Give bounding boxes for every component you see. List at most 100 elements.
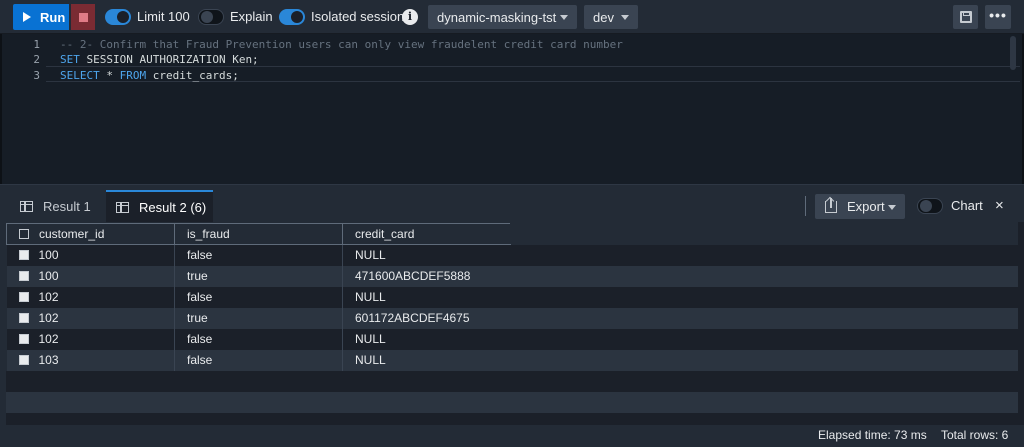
schema-select[interactable]: dev — [584, 5, 638, 29]
grid-filler — [510, 350, 1018, 371]
chevron-down-icon — [621, 15, 629, 20]
database-select-value: dynamic-masking-tst — [437, 9, 557, 25]
row-checkbox[interactable] — [18, 355, 29, 365]
cell-customer-id: 102 — [6, 307, 175, 329]
table-row[interactable]: 102 false NULL — [6, 286, 511, 308]
column-header[interactable]: customer_id — [6, 223, 175, 245]
cell-customer-id: 103 — [6, 349, 175, 371]
table-row[interactable]: 100 true 471600ABCDEF5888 — [6, 265, 511, 287]
table-icon — [20, 200, 33, 212]
chevron-down-icon — [888, 205, 896, 210]
result-table: customer_id is_fraud credit_card 100 fal… — [6, 223, 511, 371]
sql-keyword: SELECT — [60, 69, 100, 82]
chart-toggle[interactable] — [917, 198, 943, 214]
table-row[interactable]: 100 false NULL — [6, 244, 511, 266]
export-icon — [825, 197, 837, 213]
cell-customer-id: 102 — [6, 286, 175, 308]
chart-label: Chart — [951, 198, 983, 213]
cell-customer-id: 102 — [6, 328, 175, 350]
explain-toggle[interactable] — [198, 9, 224, 25]
cell-credit-card: NULL — [342, 244, 511, 266]
table-row[interactable]: 102 false NULL — [6, 328, 511, 350]
cell-is-fraud: false — [174, 328, 343, 350]
row-checkbox[interactable] — [18, 334, 29, 344]
grid-filler — [6, 413, 1018, 425]
cell-is-fraud: true — [174, 265, 343, 287]
cell-credit-card: 471600ABCDEF5888 — [342, 265, 511, 287]
chevron-down-icon — [560, 15, 568, 20]
line-number: 2 — [33, 53, 40, 66]
cell-customer-id: 100 — [6, 265, 175, 287]
editor-scrollbar[interactable] — [1010, 36, 1016, 70]
code-line-1: -- 2- Confirm that Fraud Prevention user… — [60, 38, 623, 51]
limit-label: Limit 100 — [137, 9, 190, 24]
grid-filler — [510, 287, 1018, 308]
sql-editor[interactable]: 1 2 3 -- 2- Confirm that Fraud Preventio… — [0, 34, 1024, 184]
grid-filler — [510, 245, 1018, 266]
sql-keyword: FROM — [119, 69, 147, 82]
column-header[interactable]: is_fraud — [174, 223, 343, 245]
more-options-button[interactable]: ••• — [985, 5, 1011, 29]
sql-comment: -- 2- Confirm that Fraud Prevention user… — [60, 38, 623, 51]
info-icon[interactable]: i — [402, 9, 418, 25]
grid-edge — [1018, 222, 1024, 425]
header-row: customer_id is_fraud credit_card — [6, 223, 511, 245]
cell-is-fraud: false — [174, 244, 343, 266]
cell-is-fraud: false — [174, 349, 343, 371]
column-header[interactable]: credit_card — [342, 223, 511, 245]
limit-toggle[interactable] — [105, 9, 131, 25]
table-row[interactable]: 103 false NULL — [6, 349, 511, 371]
status-bar: Elapsed time: 73 ms Total rows: 6 — [0, 425, 1024, 447]
result-tabs: Result 1 Result 2 (6) Export Chart × — [0, 190, 1024, 222]
tab-result-2[interactable]: Result 2 (6) — [106, 190, 213, 222]
schema-select-value: dev — [593, 9, 614, 25]
row-checkbox[interactable] — [18, 313, 29, 323]
explain-label: Explain — [230, 9, 273, 24]
stop-button[interactable] — [71, 4, 95, 30]
line-number: 3 — [33, 69, 40, 82]
query-toolbar: Run Limit 100 Explain Isolated session i… — [0, 0, 1024, 34]
table-icon — [116, 201, 129, 213]
run-label: Run — [40, 9, 66, 25]
isolated-session-label: Isolated session — [311, 9, 405, 24]
tab-label: Result 1 — [43, 198, 91, 214]
run-button[interactable]: Run — [13, 4, 69, 30]
close-icon[interactable]: × — [995, 197, 1004, 214]
sql-text: * — [99, 69, 120, 82]
grid-filler — [6, 371, 1018, 392]
cell-credit-card: NULL — [342, 328, 511, 350]
cell-is-fraud: false — [174, 286, 343, 308]
table-row[interactable]: 102 true 601172ABCDEF4675 — [6, 307, 511, 329]
code-line-3: SELECT * FROM credit_cards; — [60, 69, 239, 82]
tab-label: Result 2 — [139, 199, 187, 215]
grid-filler — [510, 329, 1018, 350]
database-select[interactable]: dynamic-masking-tst — [428, 5, 577, 29]
isolated-session-toggle[interactable] — [279, 9, 305, 25]
tab-result-1[interactable]: Result 1 — [8, 190, 106, 222]
divider — [805, 196, 806, 216]
row-checkbox[interactable] — [18, 271, 29, 281]
row-checkbox[interactable] — [18, 292, 29, 302]
grid-filler — [510, 223, 1018, 244]
line-number: 1 — [33, 38, 40, 51]
stop-icon — [78, 12, 88, 22]
total-rows: Total rows: 6 — [941, 428, 1009, 442]
export-button[interactable]: Export — [815, 194, 905, 219]
save-icon — [959, 11, 972, 23]
play-icon — [23, 12, 31, 22]
cell-customer-id: 100 — [6, 244, 175, 266]
cell-credit-card: NULL — [342, 349, 511, 371]
sql-keyword: SET — [60, 53, 80, 66]
elapsed-time: Elapsed time: 73 ms — [818, 428, 927, 442]
grid-filler — [6, 392, 1018, 413]
row-checkbox[interactable] — [18, 250, 29, 261]
select-all-checkbox[interactable] — [19, 229, 29, 239]
tab-count: (6) — [190, 199, 207, 215]
sql-text: credit_cards; — [146, 69, 239, 82]
sql-text: SESSION AUTHORIZATION Ken; — [79, 53, 259, 66]
result-grid: customer_id is_fraud credit_card 100 fal… — [0, 222, 1024, 425]
more-icon: ••• — [989, 6, 1007, 23]
grid-filler — [510, 308, 1018, 329]
export-label: Export — [847, 199, 885, 214]
save-button[interactable] — [953, 5, 978, 29]
